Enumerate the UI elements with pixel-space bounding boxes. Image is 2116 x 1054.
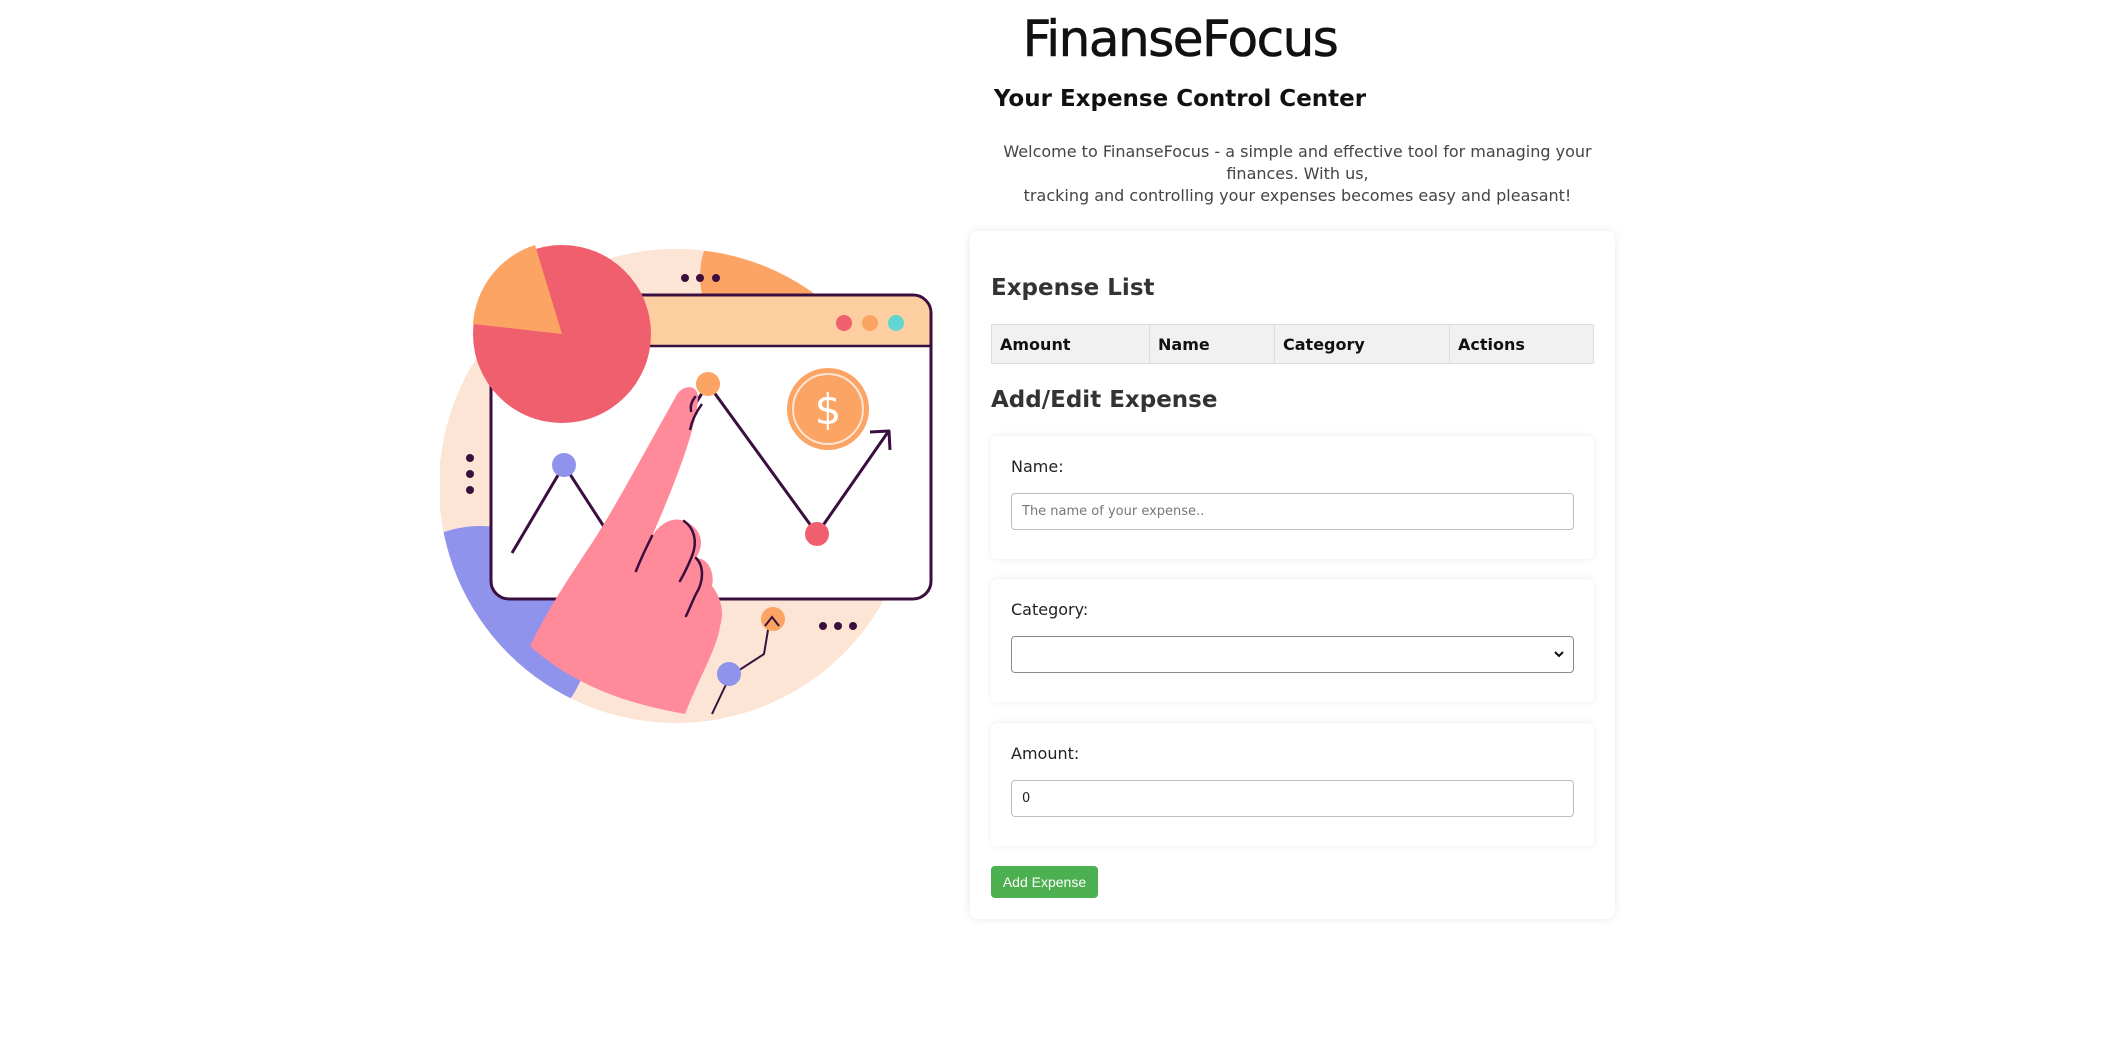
dot-ornament <box>681 274 689 282</box>
dot-ornament <box>712 274 720 282</box>
category-field-group: Category: <box>991 579 1594 702</box>
amount-input[interactable] <box>1011 780 1574 817</box>
dot-ornament <box>834 622 842 630</box>
chart-point-orange <box>696 372 720 396</box>
chevron-down-icon <box>1554 651 1564 658</box>
expense-table: Amount Name Category Actions <box>991 324 1594 364</box>
window-dot-red <box>836 315 852 331</box>
page-subtitle: Your Expense Control Center <box>993 86 1367 112</box>
dot-ornament <box>466 470 474 478</box>
window-dot-orange <box>862 315 878 331</box>
dollar-coin-icon: $ <box>787 368 869 450</box>
category-select[interactable] <box>1011 636 1574 673</box>
add-expense-button[interactable]: Add Expense <box>991 866 1098 898</box>
category-label: Category: <box>1011 600 1089 619</box>
dot-ornament <box>466 486 474 494</box>
expense-list-heading: Expense List <box>991 275 1155 301</box>
form-heading: Add/Edit Expense <box>991 387 1218 413</box>
column-header-category: Category <box>1274 324 1450 364</box>
amount-field-group: Amount: <box>991 723 1594 846</box>
expense-card: Expense List Amount Name Category Action… <box>970 231 1615 919</box>
table-header-row: Amount Name Category Actions <box>991 324 1594 364</box>
name-label: Name: <box>1011 457 1064 476</box>
amount-label: Amount: <box>1011 744 1080 763</box>
intro-text: Welcome to FinanseFocus - a simple and e… <box>965 141 1630 207</box>
app-title: FinanseFocus <box>1022 10 1339 69</box>
intro-line-1: Welcome to FinanseFocus - a simple and e… <box>1003 142 1592 183</box>
dot-ornament <box>696 274 704 282</box>
mini-point-blue <box>717 662 741 686</box>
dot-ornament <box>819 622 827 630</box>
dot-ornament <box>849 622 857 630</box>
name-input[interactable] <box>1011 493 1574 530</box>
window-dot-teal <box>888 315 904 331</box>
page: FinanseFocus Your Expense Control Center… <box>0 0 2116 1054</box>
chart-point-blue <box>552 453 576 477</box>
pie-chart-icon <box>473 245 651 423</box>
chart-point-red <box>805 522 829 546</box>
name-field-group: Name: <box>991 436 1594 559</box>
svg-text:$: $ <box>815 385 842 434</box>
intro-line-2: tracking and controlling your expenses b… <box>1023 186 1572 205</box>
illustration-svg: $ <box>439 245 933 723</box>
column-header-actions: Actions <box>1449 324 1594 364</box>
finance-analytics-illustration: $ <box>439 236 940 736</box>
dot-ornament <box>466 454 474 462</box>
column-header-name: Name <box>1149 324 1275 364</box>
column-header-amount: Amount <box>991 324 1150 364</box>
